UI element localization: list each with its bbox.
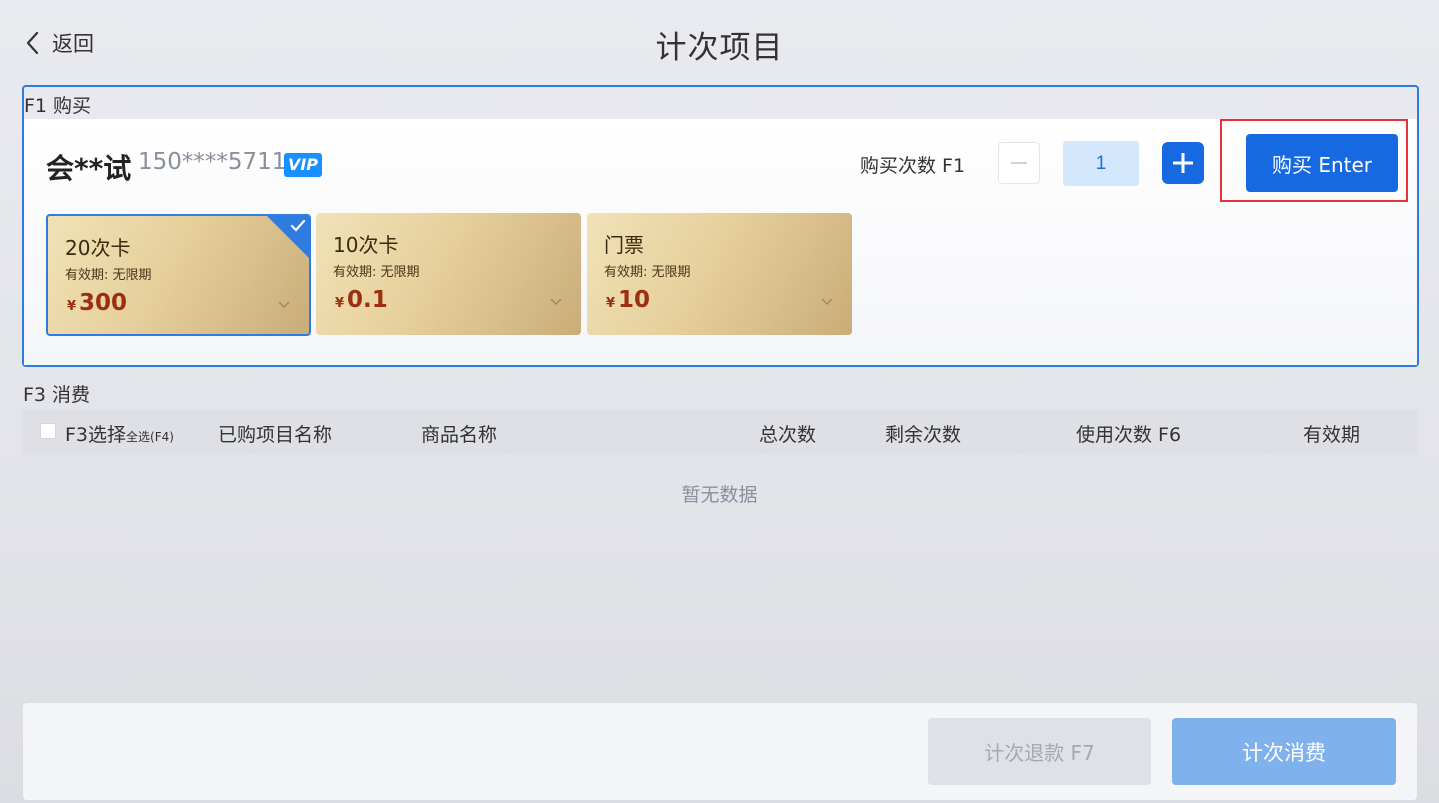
buy-section-label: F1 购买 [24,95,92,117]
card-name: 门票 [604,233,644,257]
minus-icon [1011,162,1027,164]
column-select: F3选择全选(F4) [65,420,174,447]
card-price: ¥10 [606,287,650,313]
price-value: 10 [618,287,651,313]
card-validity: 有效期: 无限期 [604,265,691,280]
quantity-input[interactable] [1063,141,1139,186]
card-validity: 有效期: 无限期 [333,265,420,280]
check-icon [290,219,306,232]
buy-panel: 会**试 150****5711 VIP 购买次数 F1 购买 Enter 20… [24,119,1417,365]
refund-button[interactable]: 计次退款 F7 [928,718,1151,785]
chevron-down-icon[interactable] [549,297,563,307]
vip-badge: VIP [284,153,322,177]
card-price: ¥0.1 [335,287,388,313]
card-name: 10次卡 [333,233,399,257]
card-price: ¥300 [67,290,127,316]
column-validity: 有效期 [1303,424,1361,446]
card-ticket[interactable]: 门票 有效期: 无限期 ¥10 [587,213,852,335]
footer-bar: 计次退款 F7 计次消费 [23,703,1417,800]
chevron-down-icon[interactable] [820,297,834,307]
consume-button[interactable]: 计次消费 [1172,718,1396,785]
chevron-down-icon[interactable] [277,300,291,310]
quantity-increment-button[interactable] [1162,142,1204,184]
buy-section: F1 购买 会**试 150****5711 VIP 购买次数 F1 购买 En… [22,85,1419,367]
consume-section-label: F3 消费 [23,384,91,406]
column-product-name: 商品名称 [421,424,498,446]
column-total: 总次数 [759,424,817,446]
plus-icon [1173,153,1193,173]
price-value: 300 [79,290,128,316]
currency-symbol: ¥ [67,299,77,314]
currency-symbol: ¥ [606,296,616,311]
empty-state-text: 暂无数据 [681,484,758,506]
page-title: 计次项目 [655,30,784,66]
table-header: F3选择全选(F4) 已购项目名称 商品名称 总次数 剩余次数 使用次数 F6 … [23,409,1417,455]
card-validity: 有效期: 无限期 [65,268,152,283]
card-20-times[interactable]: 20次卡 有效期: 无限期 ¥300 [46,214,311,336]
quantity-label: 购买次数 F1 [860,155,966,177]
member-name: 会**试 [46,152,132,185]
currency-symbol: ¥ [335,296,345,311]
column-item-name: 已购项目名称 [218,424,333,446]
price-value: 0.1 [347,287,388,313]
card-name: 20次卡 [65,236,131,260]
column-use-count: 使用次数 F6 [1076,424,1182,446]
select-all-label[interactable]: 全选(F4) [126,430,174,444]
select-label: F3选择 [65,424,127,446]
card-10-times[interactable]: 10次卡 有效期: 无限期 ¥0.1 [316,213,581,335]
column-remaining: 剩余次数 [885,424,962,446]
buy-button[interactable]: 购买 Enter [1246,134,1398,192]
header: 返回 计次项目 [0,0,1439,84]
select-all-checkbox[interactable] [40,423,56,439]
quantity-decrement-button[interactable] [998,142,1040,184]
member-phone: 150****5711 [138,149,287,175]
